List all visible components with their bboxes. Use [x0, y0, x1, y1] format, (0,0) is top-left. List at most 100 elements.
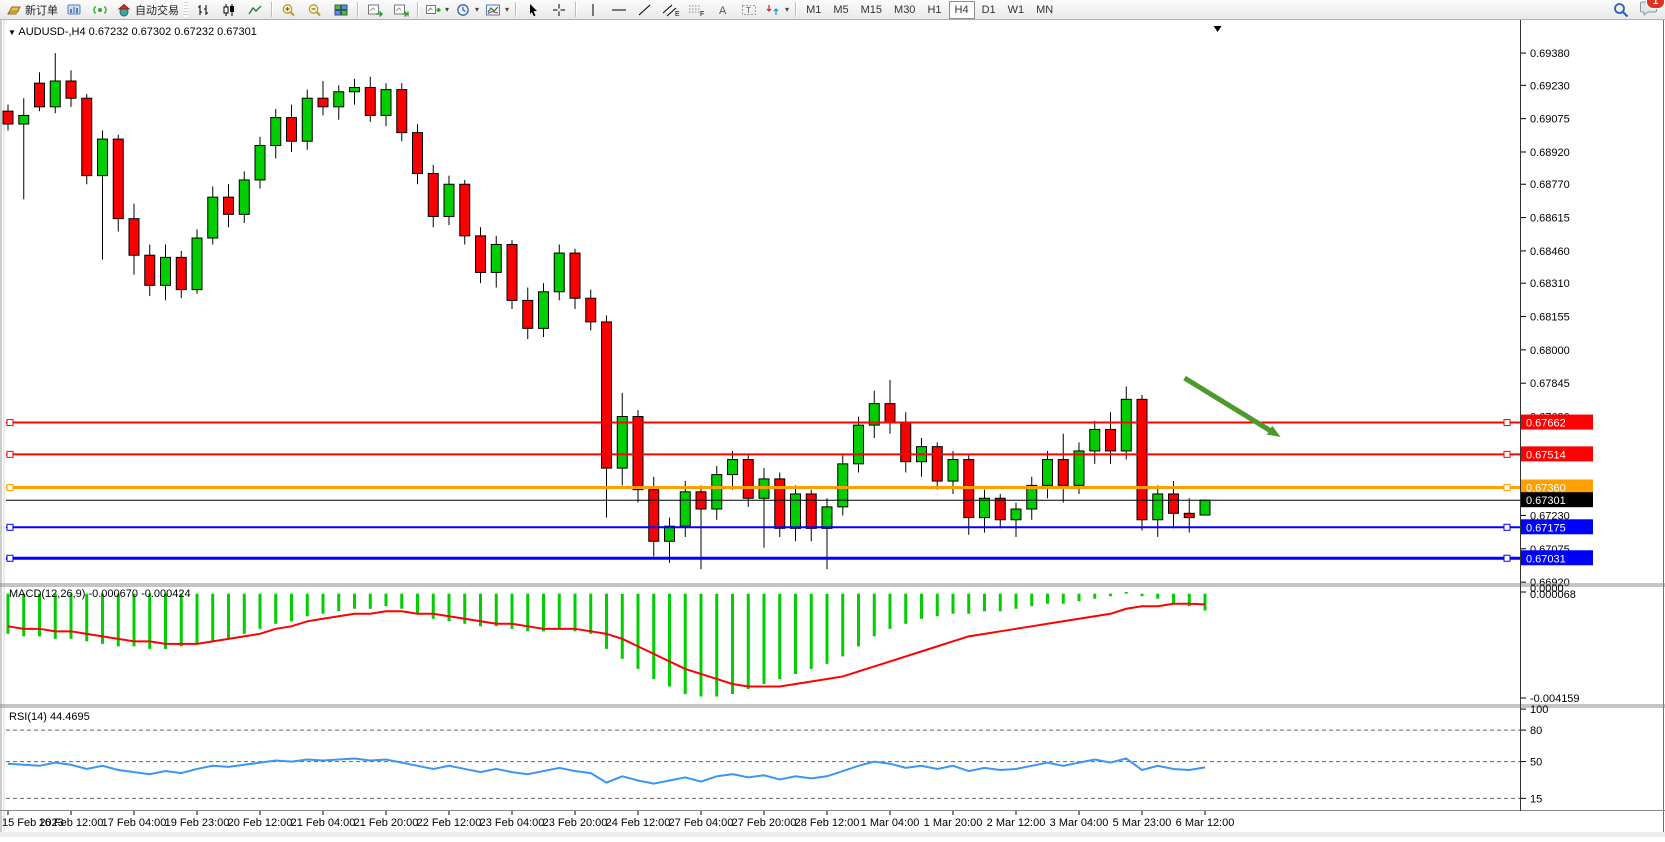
arrows-button[interactable]: ▾ [762, 0, 792, 20]
timeframe-H1[interactable]: H1 [922, 2, 946, 18]
date-label: 16 Feb 12:00 [39, 817, 104, 829]
candle-body-bull [1043, 460, 1053, 486]
search-icon[interactable] [1613, 2, 1629, 18]
price-tick-label: 0.68770 [1530, 179, 1570, 191]
indicators-button[interactable]: ▾ [422, 0, 452, 20]
candle-body-bear [35, 83, 45, 107]
chevron-down-icon: ▾ [475, 5, 479, 14]
date-label: 24 Feb 12:00 [606, 817, 671, 829]
candle-body-bear [743, 460, 753, 499]
signals-button[interactable] [87, 0, 113, 20]
candle-body-bull [791, 494, 801, 528]
candle-body-bull [539, 292, 549, 329]
fibonacci-button[interactable]: F [684, 0, 710, 20]
candle-body-bull [680, 492, 690, 526]
candle-body-bull [491, 244, 501, 272]
crosshair-button[interactable] [546, 0, 572, 20]
trendline-button[interactable] [632, 0, 658, 20]
line-handle[interactable] [1504, 420, 1510, 426]
auto-scroll-button[interactable] [362, 0, 388, 20]
line-handle[interactable] [1504, 555, 1510, 561]
notifications-button[interactable]: 1 [1639, 0, 1657, 19]
date-label: 28 Feb 12:00 [795, 817, 860, 829]
candle [113, 135, 123, 232]
date-label: 2 Mar 12:00 [987, 817, 1046, 829]
periods-button[interactable]: ▾ [452, 0, 482, 20]
svg-text:E: E [675, 11, 680, 17]
rsi-level-label: 100 [1530, 704, 1548, 716]
candle [82, 94, 92, 184]
price-line-label: 0.67514 [1526, 449, 1566, 461]
price-tick-label: 0.69230 [1530, 80, 1570, 92]
candle-body-bull [665, 526, 675, 541]
candle-body-bull [350, 87, 360, 91]
candle [507, 240, 517, 309]
equidistant-channel-button[interactable]: E [658, 0, 684, 20]
text-label-button[interactable]: T [736, 0, 762, 20]
timeframe-MN[interactable]: MN [1031, 2, 1058, 18]
timeframe-D1[interactable]: D1 [977, 2, 1001, 18]
auto-scroll-icon [367, 3, 383, 17]
notification-badge: 1 [1646, 0, 1665, 9]
charts-window-button[interactable] [61, 0, 87, 20]
date-label: 22 Feb 12:00 [417, 817, 482, 829]
candle [192, 229, 202, 294]
charts-window-icon [66, 3, 82, 17]
date-label: 23 Feb 04:00 [480, 817, 545, 829]
candle-body-bull [1200, 500, 1210, 515]
candle-body-bear [113, 139, 123, 219]
timeframe-M1[interactable]: M1 [801, 2, 826, 18]
chart-shift-button[interactable] [388, 0, 414, 20]
candle-body-bull [334, 92, 344, 107]
horizontal-line-button[interactable] [606, 0, 632, 20]
templates-button[interactable]: ▾ [482, 0, 512, 20]
fibonacci-icon: F [688, 3, 706, 17]
line-handle[interactable] [7, 555, 13, 561]
chart-shift-icon [393, 3, 409, 17]
cursor-button[interactable] [520, 0, 546, 20]
line-handle[interactable] [7, 451, 13, 457]
equidistant-channel-icon: E [662, 3, 680, 17]
price-chart[interactable]: 0.693800.692300.690750.689200.687700.686… [0, 20, 1665, 837]
toolbar-separator [271, 2, 273, 17]
zoom-out-button[interactable] [302, 0, 328, 20]
line-handle[interactable] [1504, 524, 1510, 530]
chart-title-text: AUDUSD-,H4 0.67232 0.67302 0.67232 0.673… [18, 26, 257, 38]
zoom-in-button[interactable] [276, 0, 302, 20]
candle-body-bear [1137, 399, 1147, 519]
timeframe-W1[interactable]: W1 [1003, 2, 1030, 18]
toolbar-separator [515, 2, 517, 17]
candle-body-bull [161, 257, 171, 285]
line-handle[interactable] [7, 420, 13, 426]
bar-chart-button[interactable] [190, 0, 216, 20]
line-handle[interactable] [7, 485, 13, 491]
text-label-icon: T [741, 3, 757, 17]
toolbar-separator [357, 2, 359, 17]
candle-body-bear [476, 236, 486, 273]
tile-windows-button[interactable] [328, 0, 354, 20]
new-order-label: 新订单 [25, 2, 58, 18]
candle-body-bull [822, 507, 832, 529]
candle-body-bear [176, 257, 186, 289]
line-handle[interactable] [1504, 451, 1510, 457]
candlestick-button[interactable] [216, 0, 242, 20]
candle-body-bear [460, 184, 470, 236]
line-chart-button[interactable] [242, 0, 268, 20]
autotrading-button[interactable]: 自动交易 [113, 0, 182, 20]
vertical-line-button[interactable] [580, 0, 606, 20]
text-button[interactable]: A [710, 0, 736, 20]
timeframe-M15[interactable]: M15 [856, 2, 887, 18]
line-handle[interactable] [7, 524, 13, 530]
timeframe-H4[interactable]: H4 [949, 1, 975, 19]
candle [854, 417, 864, 473]
timeframe-M5[interactable]: M5 [828, 2, 853, 18]
new-order-icon [6, 3, 22, 17]
new-order-button[interactable]: 新订单 [3, 0, 61, 20]
price-line-label: 0.67175 [1526, 522, 1566, 534]
chart-menu-arrow-icon[interactable]: ▼ [8, 28, 16, 37]
timeframe-M30[interactable]: M30 [889, 2, 920, 18]
line-handle[interactable] [1504, 485, 1510, 491]
indicators-icon [425, 3, 441, 17]
candle-body-bear [602, 322, 612, 468]
price-tick-label: 0.67845 [1530, 378, 1570, 390]
